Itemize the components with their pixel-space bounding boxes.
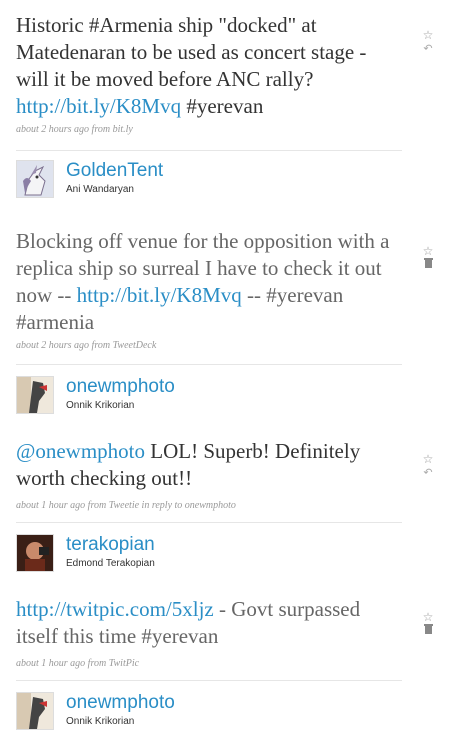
divider <box>16 680 402 681</box>
trash-icon[interactable] <box>420 624 436 638</box>
sketch-avatar[interactable] <box>16 692 54 730</box>
user-full-name: Onnik Krikorian <box>66 400 135 411</box>
tweet-actions: ☆ <box>420 244 436 272</box>
mention-link[interactable]: onewmphoto <box>35 439 145 463</box>
tweet-hashtag: #yerevan <box>181 94 264 118</box>
tweet-meta: about 1 hour ago from Tweetie in reply t… <box>16 500 236 511</box>
tweet-text: Blocking off venue for the opposition wi… <box>16 228 402 336</box>
divider <box>16 364 402 365</box>
tweet-link[interactable]: http://bit.ly/K8Mvq <box>77 283 242 307</box>
reply-icon[interactable]: ↶ <box>420 466 436 480</box>
tweet-text-segment: Historic #Armenia ship "docked" at Mated… <box>16 13 367 91</box>
mention-at: @ <box>16 439 36 463</box>
tweet-meta: about 1 hour ago from TwitPic <box>16 658 140 669</box>
tweet-link[interactable]: http://twitpic.com/5xljz <box>16 597 214 621</box>
tweet-actions: ☆ ↶ <box>420 452 436 480</box>
user-screen-name[interactable]: GoldenTent <box>66 160 163 182</box>
user-card: onewmphoto Onnik Krikorian <box>0 376 449 416</box>
tweet-meta: about 2 hours ago from bit.ly <box>16 124 133 135</box>
sketch-avatar[interactable] <box>16 376 54 414</box>
star-icon[interactable]: ☆ <box>420 610 436 624</box>
user-card: onewmphoto Onnik Krikorian <box>0 692 449 732</box>
user-card: terakopian Edmond Terakopian <box>0 534 449 574</box>
star-icon[interactable]: ☆ <box>420 244 436 258</box>
tweet-text: @onewmphoto LOL! Superb! Definitely wort… <box>16 438 402 492</box>
tweet-text: Historic #Armenia ship "docked" at Mated… <box>16 12 402 120</box>
user-full-name: Ani Wandaryan <box>66 184 134 195</box>
star-icon[interactable]: ☆ <box>420 452 436 466</box>
divider <box>16 150 402 151</box>
tweet-actions: ☆ <box>420 610 436 638</box>
photo-avatar[interactable] <box>16 534 54 572</box>
tweet-link[interactable]: http://bit.ly/K8Mvq <box>16 94 181 118</box>
unicorn-avatar[interactable] <box>16 160 54 198</box>
user-screen-name[interactable]: onewmphoto <box>66 692 175 714</box>
user-screen-name[interactable]: terakopian <box>66 534 155 556</box>
star-icon[interactable]: ☆ <box>420 28 436 42</box>
tweet-meta: about 2 hours ago from TweetDeck <box>16 340 157 351</box>
user-full-name: Edmond Terakopian <box>66 558 155 569</box>
divider <box>16 522 402 523</box>
tweet-text: http://twitpic.com/5xljz - Govt surpasse… <box>16 596 402 650</box>
reply-icon[interactable]: ↶ <box>420 42 436 56</box>
user-screen-name[interactable]: onewmphoto <box>66 376 175 398</box>
user-card: GoldenTent Ani Wandaryan <box>0 160 449 200</box>
tweet-actions: ☆ ↶ <box>420 28 436 56</box>
user-full-name: Onnik Krikorian <box>66 716 135 727</box>
trash-icon[interactable] <box>420 258 436 272</box>
